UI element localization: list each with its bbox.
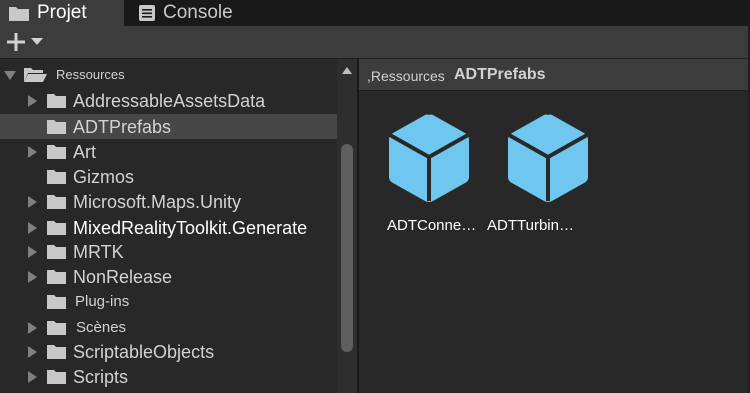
collapsed-arrow-icon: [28, 222, 37, 234]
tree-item[interactable]: MixedRealityToolkit.Generate: [0, 215, 337, 240]
tree-item[interactable]: Scènes: [0, 315, 337, 340]
collapsed-arrow-icon: [28, 95, 37, 107]
folder-icon: [47, 321, 66, 335]
tree-item[interactable]: AddressableAssetsData: [0, 88, 337, 113]
prefab-cube-icon: [508, 114, 588, 202]
console-icon: [139, 5, 155, 21]
project-toolbar: [0, 26, 750, 59]
folder-icon: [47, 145, 66, 159]
tab-console-label: Console: [163, 2, 233, 23]
tree-item-label: MixedRealityToolkit.Generate: [73, 218, 308, 238]
tree-item-label: NonRelease: [73, 267, 173, 287]
tree-item-label: Scripts: [73, 367, 129, 387]
collapsed-arrow-icon: [28, 322, 37, 334]
tree-scrollbar[interactable]: [337, 59, 357, 393]
folder-icon: [47, 245, 66, 259]
breadcrumb-parent[interactable]: ,Ressources: [367, 68, 445, 84]
folder-icon: [47, 195, 66, 209]
tree-root[interactable]: Ressources: [0, 62, 337, 87]
tree-item[interactable]: NonRelease: [0, 264, 337, 289]
tree-item-label: AddressableAssetsData: [73, 91, 266, 111]
tab-bar: Projet Console: [0, 0, 750, 26]
breadcrumb-current[interactable]: ADTPrefabs: [454, 66, 546, 84]
tab-project[interactable]: Projet: [0, 0, 124, 26]
expanded-arrow-icon: [4, 71, 16, 80]
tree-item-label: Scènes: [76, 319, 127, 336]
open-folder-icon: [24, 68, 47, 82]
tree-item-label: ScriptableObjects: [73, 342, 215, 362]
folder-icon: [47, 345, 66, 359]
tree-item[interactable]: Gizmos: [0, 164, 337, 189]
scroll-up-arrow-icon[interactable]: [342, 67, 352, 74]
scrollbar-thumb[interactable]: [341, 144, 353, 352]
collapsed-arrow-icon: [28, 196, 37, 208]
folder-icon: [47, 270, 66, 284]
asset-label: ADTTurbin…: [487, 217, 574, 234]
tree-item[interactable]: Plug-ins: [0, 289, 337, 314]
prefab-cube-icon: [389, 114, 469, 202]
tree-item-label: MRTK: [73, 242, 124, 262]
tree-item[interactable]: Art: [0, 139, 337, 164]
tree-item[interactable]: ScriptableObjects: [0, 339, 337, 364]
collapsed-arrow-icon: [28, 246, 37, 258]
tree-item-selected[interactable]: ADTPrefabs: [0, 114, 337, 139]
asset-label: ADTConne…: [387, 217, 477, 234]
folder-icon: [47, 94, 66, 108]
create-button[interactable]: [6, 29, 48, 55]
collapsed-arrow-icon: [28, 146, 37, 158]
folder-icon: [47, 221, 66, 235]
tree-item-label: Plug-ins: [75, 293, 130, 310]
tree-item-label: Microsoft.Maps.Unity: [73, 192, 242, 212]
asset-grid: ADTConne… ADTTurbin…: [359, 91, 750, 393]
collapsed-arrow-icon: [28, 371, 37, 383]
folder-icon: [9, 7, 29, 21]
folder-tree: Ressources AddressableAssetsData ADTPref…: [0, 59, 358, 393]
folder-icon: [47, 295, 66, 309]
tree-item-label: ADTPrefabs: [73, 117, 172, 137]
tree-item[interactable]: Microsoft.Maps.Unity: [0, 189, 337, 214]
folder-icon: [47, 170, 66, 184]
collapsed-arrow-icon: [28, 271, 37, 283]
tab-console[interactable]: Console: [139, 0, 233, 26]
tree-item-label: Gizmos: [73, 167, 135, 187]
breadcrumb: ,Ressources ADTPrefabs: [359, 59, 750, 91]
tab-project-label: Projet: [37, 2, 87, 23]
tree-item[interactable]: Scripts: [0, 364, 337, 389]
tree-item[interactable]: MRTK: [0, 239, 337, 264]
collapsed-arrow-icon: [28, 346, 37, 358]
chevron-down-icon: [31, 38, 43, 45]
folder-icon: [47, 120, 66, 134]
tree-item-label: Art: [73, 142, 97, 162]
folder-icon: [47, 370, 66, 384]
tree-root-label: Ressources: [56, 67, 125, 82]
plus-icon: [7, 33, 25, 51]
